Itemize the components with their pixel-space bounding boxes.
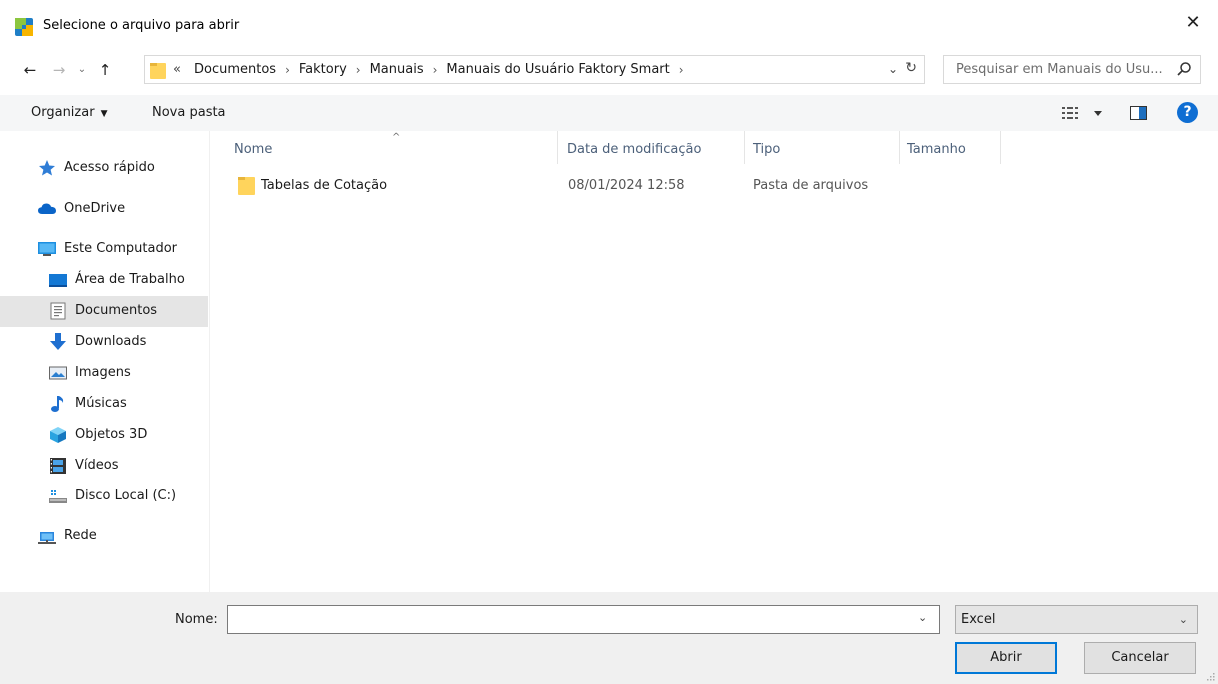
breadcrumb-overflow-icon[interactable]: « bbox=[173, 62, 181, 77]
desktop-icon bbox=[49, 274, 67, 287]
column-header-nome[interactable]: ^ Nome bbox=[211, 131, 557, 164]
drive-icon bbox=[49, 490, 67, 503]
dialog-footer: Nome: ⌄ Excel ⌄ Abrir Cancelar bbox=[0, 592, 1218, 684]
resize-grip-icon[interactable] bbox=[1205, 671, 1215, 681]
address-bar[interactable]: « Documentos › Faktory › Manuais › Manua… bbox=[144, 55, 925, 84]
column-divider[interactable] bbox=[1000, 131, 1001, 164]
organize-dropdown-icon: ▼ bbox=[100, 109, 108, 119]
sidebar-item-disco-local[interactable]: Disco Local (C:) bbox=[0, 481, 208, 512]
search-placeholder: Pesquisar em Manuais do Usu... bbox=[956, 62, 1163, 77]
sidebar-item-downloads[interactable]: Downloads bbox=[0, 327, 208, 358]
computer-icon bbox=[38, 242, 56, 256]
file-type-value: Excel bbox=[961, 612, 996, 627]
column-header-label: Data de modificação bbox=[567, 142, 702, 157]
breadcrumb-separator-icon[interactable]: › bbox=[285, 63, 290, 77]
sidebar-item-videos[interactable]: Vídeos bbox=[0, 451, 208, 482]
app-icon bbox=[15, 18, 33, 36]
navigation-pane: Acesso rápido OneDrive Este Computador Á… bbox=[0, 131, 210, 592]
sort-ascending-icon: ^ bbox=[392, 132, 401, 143]
search-input[interactable]: Pesquisar em Manuais do Usu... bbox=[943, 55, 1201, 84]
window-title: Selecione o arquivo para abrir bbox=[43, 18, 240, 33]
sidebar-item-onedrive[interactable]: OneDrive bbox=[0, 194, 208, 225]
sidebar-item-label: Imagens bbox=[75, 365, 131, 380]
new-folder-button[interactable]: Nova pasta bbox=[152, 105, 226, 120]
breadcrumb: Documentos › Faktory › Manuais › Manuais… bbox=[194, 62, 693, 77]
file-name-dropdown-icon[interactable]: ⌄ bbox=[918, 611, 927, 624]
file-type-select[interactable]: Excel ⌄ bbox=[955, 605, 1198, 634]
close-icon[interactable]: ✕ bbox=[1182, 12, 1204, 34]
address-dropdown-icon[interactable]: ⌄ bbox=[888, 62, 898, 76]
sidebar-item-label: Downloads bbox=[75, 334, 147, 349]
folder-icon bbox=[238, 177, 255, 195]
network-icon bbox=[38, 532, 56, 544]
breadcrumb-item[interactable]: Faktory bbox=[299, 62, 347, 77]
pictures-icon bbox=[49, 366, 67, 380]
star-icon bbox=[39, 160, 55, 176]
sidebar-item-label: Músicas bbox=[75, 396, 127, 411]
change-view-icon[interactable] bbox=[1062, 105, 1102, 121]
column-header-tamanho[interactable]: Tamanho bbox=[900, 131, 1000, 164]
forward-arrow-icon[interactable]: → bbox=[49, 60, 69, 80]
recent-locations-chevron-icon[interactable]: ⌄ bbox=[72, 60, 92, 80]
open-button[interactable]: Abrir bbox=[955, 642, 1057, 674]
sidebar-item-documentos[interactable]: Documentos bbox=[0, 296, 208, 327]
sidebar-item-label: Documentos bbox=[75, 303, 158, 318]
3d-objects-icon bbox=[50, 427, 66, 443]
download-icon bbox=[50, 333, 66, 350]
column-header-label: Tipo bbox=[753, 142, 781, 157]
file-name-input[interactable] bbox=[227, 605, 940, 634]
sidebar-item-label: Objetos 3D bbox=[75, 427, 148, 442]
sidebar-item-label: Disco Local (C:) bbox=[75, 488, 177, 503]
up-arrow-icon[interactable]: ↑ bbox=[95, 60, 115, 80]
preview-pane-icon[interactable] bbox=[1130, 106, 1147, 120]
breadcrumb-separator-icon[interactable]: › bbox=[356, 63, 361, 77]
sidebar-item-label: Área de Trabalho bbox=[75, 272, 185, 287]
column-header-tipo[interactable]: Tipo bbox=[745, 131, 899, 164]
cloud-icon bbox=[38, 203, 56, 214]
sidebar-item-rede[interactable]: Rede bbox=[0, 521, 208, 552]
column-header-data-modificacao[interactable]: Data de modificação bbox=[558, 131, 744, 164]
column-header-label: Tamanho bbox=[907, 142, 966, 157]
videos-icon bbox=[50, 458, 66, 474]
sidebar-item-label: OneDrive bbox=[64, 201, 126, 216]
file-modified: 08/01/2024 12:58 bbox=[568, 178, 685, 193]
title-bar: Selecione o arquivo para abrir ✕ bbox=[0, 0, 1218, 44]
cancel-button[interactable]: Cancelar bbox=[1084, 642, 1196, 674]
organize-label: Organizar bbox=[31, 105, 95, 120]
breadcrumb-separator-icon[interactable]: › bbox=[679, 63, 684, 77]
sidebar-item-label: Acesso rápido bbox=[64, 160, 155, 175]
sidebar-item-label: Rede bbox=[64, 528, 97, 543]
file-type: Pasta de arquivos bbox=[753, 178, 869, 193]
breadcrumb-item[interactable]: Documentos bbox=[194, 62, 276, 77]
breadcrumb-item[interactable]: Manuais do Usuário Faktory Smart bbox=[446, 62, 669, 77]
help-icon[interactable]: ? bbox=[1177, 102, 1198, 123]
sidebar-item-objetos-3d[interactable]: Objetos 3D bbox=[0, 420, 208, 451]
folder-icon bbox=[150, 63, 166, 79]
sidebar-item-area-de-trabalho[interactable]: Área de Trabalho bbox=[0, 265, 208, 296]
organize-button[interactable]: Organizar ▼ bbox=[31, 105, 107, 120]
refresh-icon[interactable]: ↻ bbox=[905, 60, 917, 76]
chevron-down-icon: ⌄ bbox=[1178, 613, 1188, 626]
sidebar-item-label: Este Computador bbox=[64, 241, 178, 256]
sidebar-item-este-computador[interactable]: Este Computador bbox=[0, 234, 208, 265]
column-header-label: Nome bbox=[234, 142, 273, 157]
breadcrumb-item[interactable]: Manuais bbox=[370, 62, 424, 77]
file-list: ^ Nome Data de modificação Tipo Tamanho … bbox=[211, 131, 1218, 592]
back-arrow-icon[interactable]: ← bbox=[20, 60, 40, 80]
sidebar-item-imagens[interactable]: Imagens bbox=[0, 358, 208, 389]
file-name-label: Nome: bbox=[175, 612, 218, 627]
file-name: Tabelas de Cotação bbox=[261, 178, 388, 193]
sidebar-item-musicas[interactable]: Músicas bbox=[0, 389, 208, 420]
documents-icon bbox=[50, 302, 66, 320]
breadcrumb-separator-icon[interactable]: › bbox=[433, 63, 438, 77]
command-toolbar: Organizar ▼ Nova pasta ? bbox=[0, 95, 1218, 131]
music-icon bbox=[51, 396, 64, 412]
table-row[interactable]: Tabelas de Cotação 08/01/2024 12:58 Past… bbox=[211, 174, 1011, 198]
navigation-bar: ← → ⌄ ↑ « Documentos › Faktory › Manuais… bbox=[0, 53, 1218, 87]
sidebar-item-label: Vídeos bbox=[75, 458, 119, 473]
search-icon[interactable] bbox=[1176, 61, 1192, 77]
sidebar-item-acesso-rapido[interactable]: Acesso rápido bbox=[0, 153, 208, 184]
